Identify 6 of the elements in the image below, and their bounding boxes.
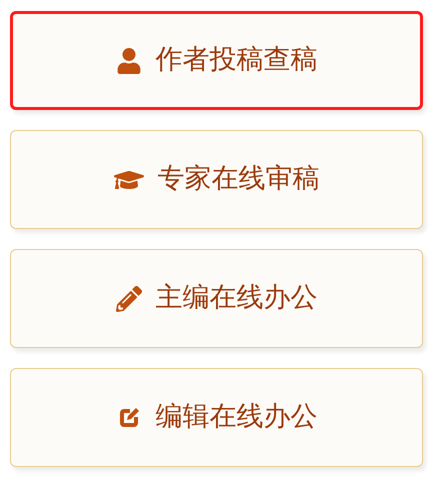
user-icon	[116, 48, 142, 74]
menu-button[interactable]: 专家在线审稿	[10, 130, 423, 229]
pencil-icon	[116, 286, 142, 312]
menu-button[interactable]: 作者投稿查稿	[10, 11, 423, 110]
menu-button[interactable]: 主编在线办公	[10, 249, 423, 348]
menu-button[interactable]: 编辑在线办公	[10, 368, 423, 467]
